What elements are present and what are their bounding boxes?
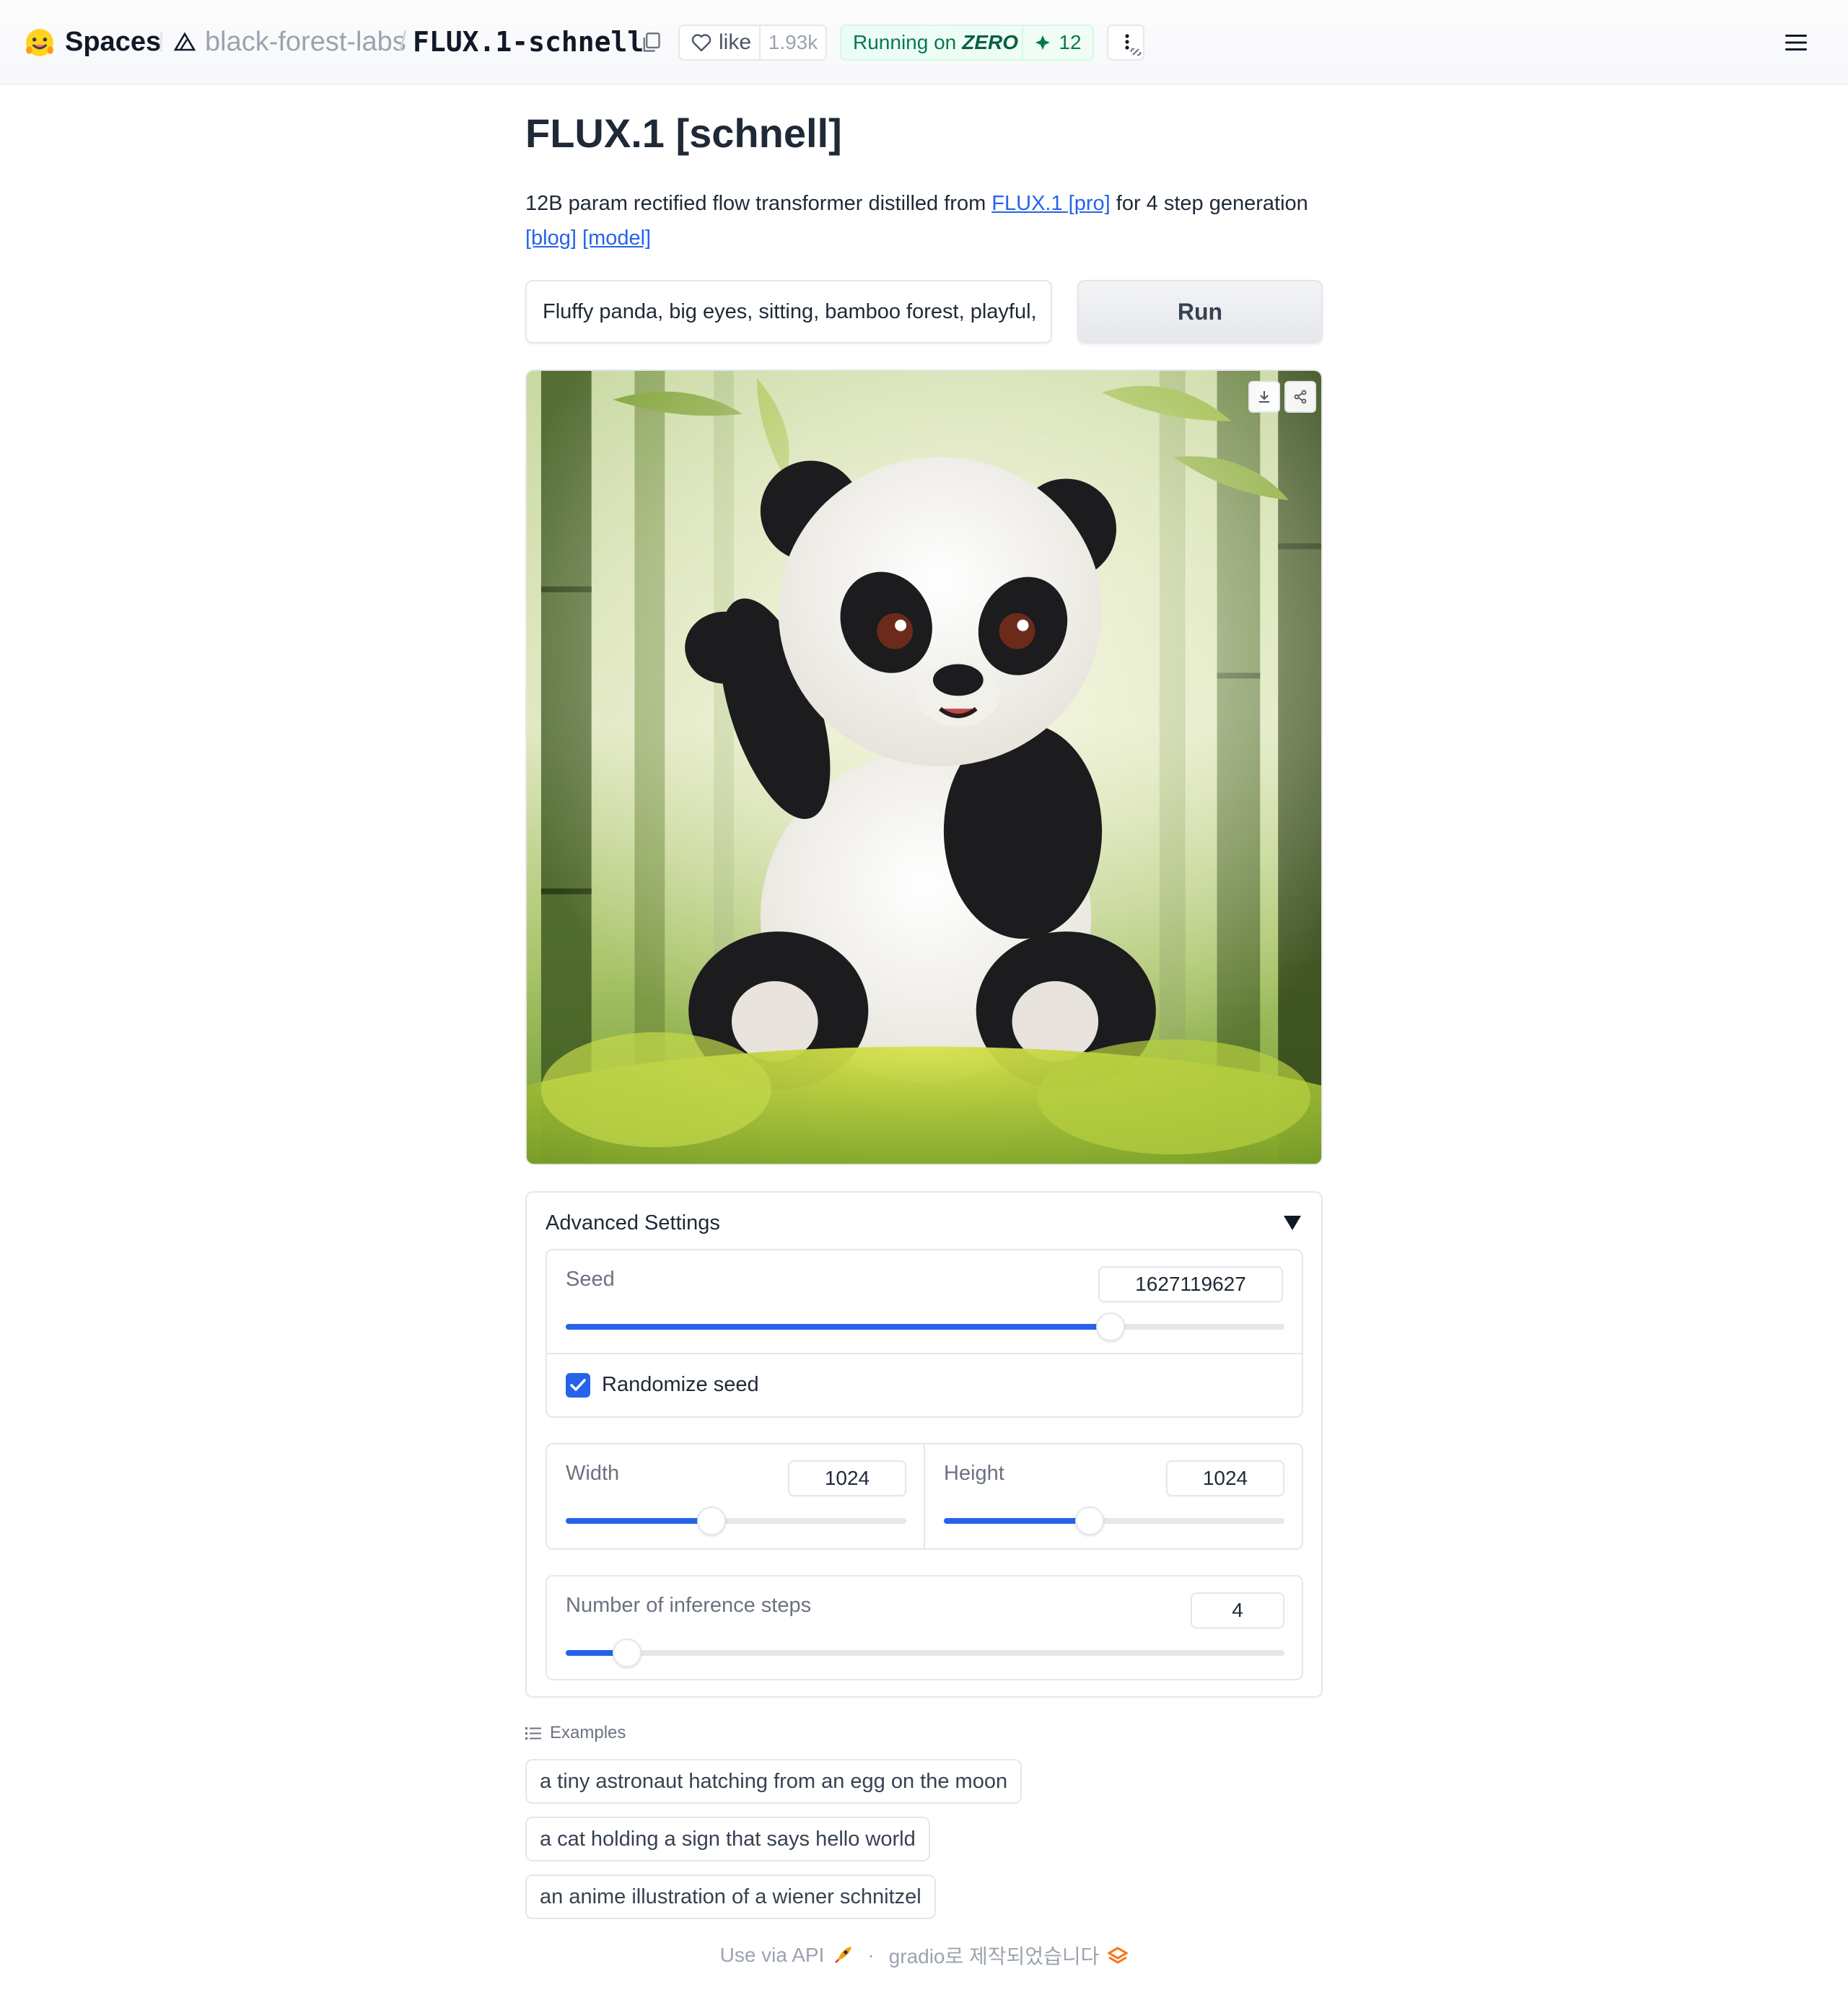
- width-slider-thumb[interactable]: [697, 1506, 727, 1535]
- steps-panel: Number of inference steps 4: [546, 1575, 1303, 1680]
- seed-slider-fill: [566, 1324, 1111, 1330]
- page-description: 12B param rectified flow transformer dis…: [525, 186, 1334, 255]
- model-link[interactable]: [model]: [582, 227, 651, 250]
- width-slider[interactable]: [566, 1506, 906, 1535]
- built-with-gradio-link[interactable]: gradio로 제작되었습니다: [889, 1941, 1100, 1970]
- repo-name[interactable]: FLUX.1-schnell: [413, 25, 644, 59]
- steps-slider[interactable]: [566, 1639, 1284, 1667]
- blog-link[interactable]: [blog]: [525, 227, 577, 250]
- example-item[interactable]: a tiny astronaut hatching from an egg on…: [525, 1759, 1022, 1804]
- like-toggle[interactable]: like: [680, 26, 761, 59]
- share-icon: [1294, 390, 1307, 404]
- width-input[interactable]: 1024: [788, 1460, 906, 1496]
- height-slider[interactable]: [944, 1506, 1284, 1535]
- copy-icon[interactable]: [641, 32, 661, 53]
- panda-image: [527, 371, 1321, 1164]
- running-status: Running on ZERO: [841, 26, 1023, 59]
- spaces-link[interactable]: Spaces: [65, 25, 161, 59]
- example-item[interactable]: an anime illustration of a wiener schnit…: [525, 1874, 936, 1919]
- zero-gpu-icon: [1035, 35, 1051, 50]
- examples-label: Examples: [550, 1723, 626, 1742]
- prompt-input[interactable]: [527, 281, 1051, 342]
- steps-slider-thumb[interactable]: [613, 1639, 642, 1667]
- topbar-divider: [160, 32, 162, 52]
- seed-panel: Seed 1627119627 Randomize seed: [546, 1249, 1303, 1418]
- flux-pro-link[interactable]: FLUX.1 [pro]: [991, 192, 1110, 215]
- running-label: Running on: [853, 31, 957, 53]
- check-icon: [570, 1379, 586, 1391]
- path-separator: /: [399, 27, 407, 57]
- zero-count: 12: [1059, 31, 1082, 53]
- description-suffix: for 4 step generation: [1110, 192, 1308, 215]
- width-slider-fill: [566, 1518, 712, 1524]
- more-vertical-icon: [1125, 34, 1142, 56]
- steps-input[interactable]: 4: [1191, 1592, 1284, 1628]
- triangle-down-icon[interactable]: [1282, 1214, 1302, 1232]
- description-text: 12B param rectified flow transformer dis…: [525, 192, 992, 215]
- heart-icon: [691, 34, 711, 52]
- seed-input[interactable]: 1627119627: [1098, 1266, 1283, 1302]
- gradio-logo-icon[interactable]: [1108, 1945, 1129, 1965]
- hugging-face-logo-icon[interactable]: [25, 27, 55, 58]
- footer: Use via API · gradio로 제작되었습니다: [0, 1941, 1848, 1970]
- dimensions-panel: Width 1024 Height 1024: [546, 1443, 1303, 1550]
- footer-separator: ·: [867, 1944, 875, 1966]
- seed-divider: [547, 1353, 1302, 1354]
- zero-gpu-count[interactable]: 12: [1023, 31, 1092, 54]
- height-label: Height: [944, 1462, 1004, 1485]
- advanced-settings-toggle[interactable]: Advanced Settings: [546, 1211, 720, 1235]
- page-title: FLUX.1 [schnell]: [525, 110, 842, 156]
- height-input[interactable]: 1024: [1166, 1460, 1284, 1496]
- like-button[interactable]: like 1.93k: [678, 25, 827, 61]
- randomize-seed-checkbox[interactable]: [566, 1373, 590, 1398]
- seed-slider[interactable]: [566, 1312, 1284, 1341]
- more-options-button[interactable]: [1107, 25, 1144, 61]
- width-label: Width: [566, 1462, 620, 1485]
- top-bar: Spaces black-forest-labs / FLUX.1-schnel…: [0, 0, 1848, 85]
- hardware-label: ZERO: [962, 31, 1019, 53]
- like-label: like: [719, 30, 752, 54]
- running-status-badge[interactable]: Running on ZERO 12: [840, 25, 1094, 61]
- download-icon: [1259, 391, 1269, 403]
- hamburger-menu-icon[interactable]: [1784, 32, 1808, 53]
- height-slider-fill: [944, 1518, 1090, 1524]
- steps-label: Number of inference steps: [566, 1594, 812, 1617]
- examples-header: Examples: [525, 1723, 626, 1743]
- share-button[interactable]: [1284, 381, 1316, 413]
- height-slider-thumb[interactable]: [1075, 1506, 1105, 1535]
- space-icon: [173, 32, 196, 51]
- prompt-field[interactable]: [525, 280, 1052, 343]
- seed-slider-thumb[interactable]: [1095, 1312, 1125, 1341]
- randomize-seed-label[interactable]: Randomize seed: [602, 1373, 759, 1397]
- run-button[interactable]: Run: [1077, 280, 1323, 343]
- like-count[interactable]: 1.93k: [761, 31, 826, 54]
- use-via-api-link[interactable]: Use via API: [720, 1944, 825, 1967]
- example-item[interactable]: a cat holding a sign that says hello wor…: [525, 1817, 930, 1861]
- result-image: [525, 369, 1323, 1165]
- org-link[interactable]: black-forest-labs: [205, 25, 406, 59]
- dimensions-divider: [924, 1444, 925, 1548]
- advanced-settings-accordion: Advanced Settings Seed 1627119627 Random…: [525, 1191, 1323, 1698]
- download-button[interactable]: [1248, 381, 1280, 413]
- rocket-icon[interactable]: [833, 1945, 853, 1965]
- seed-label: Seed: [566, 1268, 615, 1291]
- list-icon: [525, 1727, 541, 1740]
